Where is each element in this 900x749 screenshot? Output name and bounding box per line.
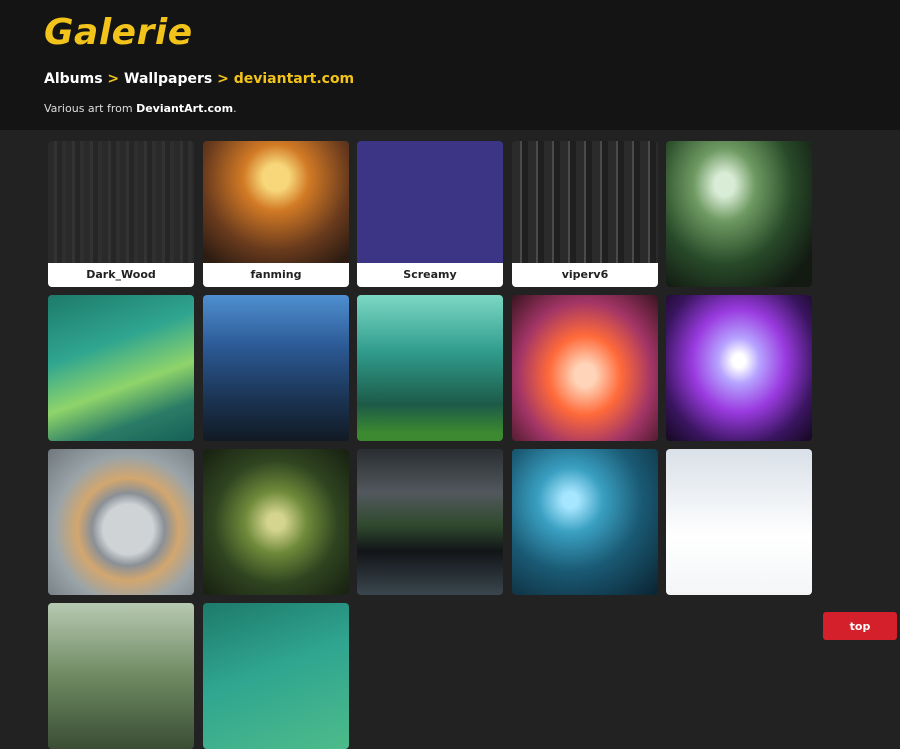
gallery-tile[interactable] <box>357 295 503 441</box>
breadcrumb-separator: > <box>217 71 234 87</box>
gallery-thumbnail[interactable] <box>357 449 503 595</box>
back-to-top-button[interactable]: top <box>823 612 897 640</box>
gallery-tile[interactable] <box>666 295 812 441</box>
gallery-tile[interactable] <box>203 295 349 441</box>
gallery-tile[interactable] <box>48 295 194 441</box>
gallery-tile[interactable]: viperv6 <box>512 141 658 287</box>
description-site-name: DeviantArt.com <box>136 102 234 115</box>
gallery-caption[interactable]: fanming <box>203 263 349 287</box>
gallery-tile[interactable]: Screamy <box>357 141 503 287</box>
gallery-tile[interactable] <box>666 141 812 287</box>
gallery-thumbnail[interactable] <box>48 449 194 595</box>
site-title: Galerie <box>44 12 193 53</box>
gallery-caption[interactable]: Dark_Wood <box>48 263 194 287</box>
breadcrumb-separator: > <box>107 71 125 87</box>
description-text: Various art from <box>44 102 137 115</box>
gallery-thumbnail[interactable] <box>666 449 812 595</box>
gallery-thumbnail[interactable] <box>203 603 349 749</box>
breadcrumb-current: deviantart.com <box>233 71 355 87</box>
gallery-tile[interactable]: Dark_Wood <box>48 141 194 287</box>
gallery-thumbnail[interactable] <box>203 449 349 595</box>
gallery-thumbnail[interactable] <box>203 295 349 441</box>
page-header: Galerie Albums > Wallpapers > deviantart… <box>0 0 900 130</box>
gallery-thumbnail[interactable] <box>666 295 812 441</box>
gallery-caption[interactable]: Screamy <box>357 263 503 287</box>
album-description: Various art from DeviantArt.com. <box>44 102 237 115</box>
gallery-tile[interactable] <box>512 295 658 441</box>
gallery-tile[interactable] <box>203 603 349 749</box>
breadcrumb-albums-link[interactable]: Albums <box>44 71 103 87</box>
gallery-tile[interactable] <box>48 603 194 749</box>
description-suffix: . <box>233 102 237 115</box>
gallery-tile[interactable] <box>203 449 349 595</box>
gallery-tile[interactable]: fanming <box>203 141 349 287</box>
gallery-thumbnail[interactable] <box>666 141 812 287</box>
gallery-thumbnail[interactable] <box>48 295 194 441</box>
gallery-thumbnail[interactable] <box>512 295 658 441</box>
gallery-tile[interactable] <box>512 449 658 595</box>
gallery-tile[interactable] <box>357 449 503 595</box>
breadcrumb: Albums > Wallpapers > deviantart.com <box>44 71 354 87</box>
breadcrumb-wallpapers-link[interactable]: Wallpapers <box>124 71 212 87</box>
gallery-thumbnail[interactable] <box>48 603 194 749</box>
gallery-caption[interactable]: viperv6 <box>512 263 658 287</box>
gallery-tile[interactable] <box>48 449 194 595</box>
gallery-thumbnail[interactable] <box>512 449 658 595</box>
gallery-tile[interactable] <box>666 449 812 595</box>
gallery-thumbnail[interactable] <box>357 295 503 441</box>
